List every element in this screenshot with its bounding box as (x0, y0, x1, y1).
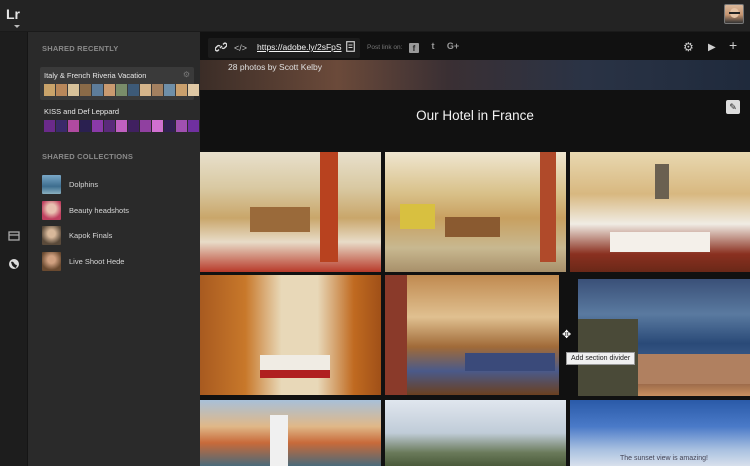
collection-thumbnail (42, 252, 61, 271)
collection-label: Beauty headshots (69, 206, 130, 215)
collection-label: Kapok Finals (69, 231, 113, 240)
photo-hotel-lobby-2[interactable] (385, 152, 566, 272)
add-plus-icon[interactable]: + (729, 38, 737, 52)
section-title[interactable]: Our Hotel in France (200, 108, 750, 123)
edit-pencil-icon[interactable]: ✎ (726, 100, 740, 114)
album-name: Italy & French Riveria Vacation (44, 71, 147, 80)
collection-item-live-shoot-hede[interactable]: Live Shoot Hede (42, 252, 192, 272)
add-section-divider-tooltip: Add section divider (566, 352, 636, 365)
album-thumbnail-strip (44, 84, 199, 96)
photo-hotel-bar[interactable] (385, 275, 559, 395)
facebook-icon[interactable]: f (409, 43, 419, 53)
photo-hillside[interactable] (385, 400, 566, 466)
album-thumbnail-strip (44, 120, 199, 132)
copy-link-icon[interactable] (346, 41, 355, 57)
top-bar: Lr (0, 0, 750, 32)
album-card-kiss[interactable]: KISS and Def Leppard (40, 103, 199, 136)
photo-caption-text: The sunset view is amazing! (620, 455, 708, 462)
post-link-label: Post link on: (367, 44, 403, 51)
embed-code-icon[interactable]: </> (234, 41, 247, 55)
lightroom-logo[interactable]: Lr (6, 6, 20, 22)
slideshow-play-icon[interactable]: ▶ (708, 41, 716, 55)
collection-item-beauty-headshots[interactable]: Beauty headshots (42, 201, 192, 221)
shared-collections-heading: SHARED COLLECTIONS (42, 152, 134, 161)
twitter-icon[interactable]: t (427, 41, 439, 51)
collection-item-kapok-finals[interactable]: Kapok Finals (42, 226, 192, 246)
photo-hotel-lobby-1[interactable] (200, 152, 381, 272)
collection-label: Dolphins (69, 180, 99, 189)
settings-gear-icon[interactable]: ⚙ (683, 40, 694, 54)
photo-hotel-dining-1[interactable] (570, 152, 750, 272)
drag-cursor-icon: ✥ (562, 329, 572, 341)
photo-harbor-village[interactable] (200, 400, 381, 466)
collection-label: Live Shoot Hede (69, 257, 125, 266)
shared-web-globe-icon[interactable] (8, 258, 20, 270)
share-toolbar: </> https://adobe.ly/2sFpS Post link on:… (208, 38, 750, 58)
share-link-url[interactable]: https://adobe.ly/2sFpS (257, 42, 342, 52)
album-settings-gear-icon[interactable]: ⚙ (183, 70, 190, 79)
album-card-italy[interactable]: Italy & French Riveria Vacation ⚙ (40, 67, 199, 100)
main-content: 28 photos by Scott Kelby Our Hotel in Fr… (200, 32, 750, 466)
library-icon[interactable] (8, 230, 20, 242)
collection-thumbnail (42, 201, 61, 220)
link-icon[interactable] (214, 41, 228, 58)
left-rail (0, 32, 28, 466)
share-link-box: </> https://adobe.ly/2sFpS (208, 38, 360, 58)
app-menu-caret-icon[interactable] (14, 25, 20, 28)
shared-panel: SHARED RECENTLY Italy & French Riveria V… (28, 32, 200, 466)
collection-thumbnail (42, 226, 61, 245)
photo-coastal-village[interactable] (578, 279, 750, 396)
photo-hotel-dining-2[interactable] (200, 275, 381, 395)
collection-item-dolphins[interactable]: Dolphins (42, 175, 192, 195)
user-avatar[interactable] (724, 4, 744, 24)
shared-recently-heading: SHARED RECENTLY (42, 44, 119, 53)
photo-count-byline: 28 photos by Scott Kelby (228, 62, 323, 72)
collection-thumbnail (42, 175, 61, 194)
google-plus-icon[interactable]: G+ (445, 41, 461, 51)
album-name: KISS and Def Leppard (44, 107, 120, 116)
